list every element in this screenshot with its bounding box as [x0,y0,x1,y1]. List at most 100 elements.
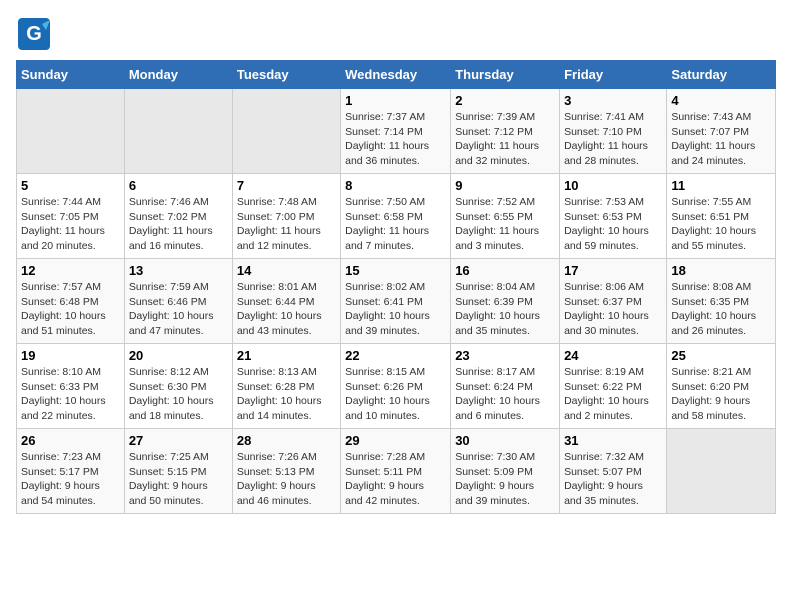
day-number: 22 [345,348,446,363]
day-number: 4 [671,93,771,108]
week-row-5: 26 Sunrise: 7:23 AM Sunset: 5:17 PM Dayli… [17,429,776,514]
calendar-cell: 16 Sunrise: 8:04 AM Sunset: 6:39 PM Dayli… [451,259,560,344]
calendar-cell: 19 Sunrise: 8:10 AM Sunset: 6:33 PM Dayli… [17,344,125,429]
calendar-table: SundayMondayTuesdayWednesdayThursdayFrid… [16,60,776,514]
day-number: 12 [21,263,120,278]
calendar-cell: 1 Sunrise: 7:37 AM Sunset: 7:14 PM Daylig… [341,89,451,174]
calendar-cell [17,89,125,174]
day-info: Sunrise: 7:37 AM Sunset: 7:14 PM Dayligh… [345,110,446,169]
day-info: Sunrise: 7:50 AM Sunset: 6:58 PM Dayligh… [345,195,446,254]
day-info: Sunrise: 7:30 AM Sunset: 5:09 PM Dayligh… [455,450,555,509]
day-number: 3 [564,93,662,108]
day-info: Sunrise: 8:12 AM Sunset: 6:30 PM Dayligh… [129,365,228,424]
day-info: Sunrise: 8:02 AM Sunset: 6:41 PM Dayligh… [345,280,446,339]
day-number: 13 [129,263,228,278]
svg-text:G: G [26,23,42,45]
day-info: Sunrise: 8:19 AM Sunset: 6:22 PM Dayligh… [564,365,662,424]
day-info: Sunrise: 8:13 AM Sunset: 6:28 PM Dayligh… [237,365,336,424]
day-number: 25 [671,348,771,363]
calendar-cell: 30 Sunrise: 7:30 AM Sunset: 5:09 PM Dayli… [451,429,560,514]
day-info: Sunrise: 7:43 AM Sunset: 7:07 PM Dayligh… [671,110,771,169]
week-row-1: 1 Sunrise: 7:37 AM Sunset: 7:14 PM Daylig… [17,89,776,174]
day-info: Sunrise: 8:01 AM Sunset: 6:44 PM Dayligh… [237,280,336,339]
day-number: 26 [21,433,120,448]
day-header-saturday: Saturday [667,61,776,89]
calendar-cell: 18Sunrise: 8:08 AM Sunset: 6:35 PM Dayli… [667,259,776,344]
calendar-cell: 23Sunrise: 8:17 AM Sunset: 6:24 PM Dayli… [451,344,560,429]
day-header-sunday: Sunday [17,61,125,89]
day-number: 9 [455,178,555,193]
calendar-cell: 20 Sunrise: 8:12 AM Sunset: 6:30 PM Dayli… [124,344,232,429]
logo: G [16,16,56,52]
day-info: Sunrise: 8:06 AM Sunset: 6:37 PM Dayligh… [564,280,662,339]
calendar-cell: 22 Sunrise: 8:15 AM Sunset: 6:26 PM Dayli… [341,344,451,429]
day-info: Sunrise: 7:53 AM Sunset: 6:53 PM Dayligh… [564,195,662,254]
day-info: Sunrise: 7:48 AM Sunset: 7:00 PM Dayligh… [237,195,336,254]
day-info: Sunrise: 7:52 AM Sunset: 6:55 PM Dayligh… [455,195,555,254]
header: G [16,16,776,52]
day-number: 7 [237,178,336,193]
day-number: 19 [21,348,120,363]
day-number: 11 [671,178,771,193]
day-info: Sunrise: 8:10 AM Sunset: 6:33 PM Dayligh… [21,365,120,424]
day-info: Sunrise: 7:44 AM Sunset: 7:05 PM Dayligh… [21,195,120,254]
calendar-cell: 12 Sunrise: 7:57 AM Sunset: 6:48 PM Dayli… [17,259,125,344]
day-header-thursday: Thursday [451,61,560,89]
calendar-cell: 8Sunrise: 7:50 AM Sunset: 6:58 PM Daylig… [341,174,451,259]
day-info: Sunrise: 7:57 AM Sunset: 6:48 PM Dayligh… [21,280,120,339]
calendar-cell: 25 Sunrise: 8:21 AM Sunset: 6:20 PM Dayli… [667,344,776,429]
day-info: Sunrise: 8:21 AM Sunset: 6:20 PM Dayligh… [671,365,771,424]
calendar-cell: 11 Sunrise: 7:55 AM Sunset: 6:51 PM Dayli… [667,174,776,259]
day-number: 20 [129,348,228,363]
day-info: Sunrise: 7:32 AM Sunset: 5:07 PM Dayligh… [564,450,662,509]
calendar-cell: 17Sunrise: 8:06 AM Sunset: 6:37 PM Dayli… [560,259,667,344]
day-number: 23 [455,348,555,363]
week-row-3: 12 Sunrise: 7:57 AM Sunset: 6:48 PM Dayli… [17,259,776,344]
day-info: Sunrise: 7:25 AM Sunset: 5:15 PM Dayligh… [129,450,228,509]
day-number: 2 [455,93,555,108]
day-number: 16 [455,263,555,278]
day-info: Sunrise: 7:28 AM Sunset: 5:11 PM Dayligh… [345,450,446,509]
header-row: SundayMondayTuesdayWednesdayThursdayFrid… [17,61,776,89]
calendar-cell: 21 Sunrise: 8:13 AM Sunset: 6:28 PM Dayli… [232,344,340,429]
day-info: Sunrise: 7:26 AM Sunset: 5:13 PM Dayligh… [237,450,336,509]
calendar-cell: 24 Sunrise: 8:19 AM Sunset: 6:22 PM Dayli… [560,344,667,429]
day-info: Sunrise: 8:15 AM Sunset: 6:26 PM Dayligh… [345,365,446,424]
day-header-tuesday: Tuesday [232,61,340,89]
day-info: Sunrise: 8:08 AM Sunset: 6:35 PM Dayligh… [671,280,771,339]
day-number: 30 [455,433,555,448]
calendar-cell: 31Sunrise: 7:32 AM Sunset: 5:07 PM Dayli… [560,429,667,514]
day-info: Sunrise: 7:23 AM Sunset: 5:17 PM Dayligh… [21,450,120,509]
calendar-cell: 28 Sunrise: 7:26 AM Sunset: 5:13 PM Dayli… [232,429,340,514]
day-info: Sunrise: 7:46 AM Sunset: 7:02 PM Dayligh… [129,195,228,254]
calendar-cell: 29 Sunrise: 7:28 AM Sunset: 5:11 PM Dayli… [341,429,451,514]
day-number: 1 [345,93,446,108]
day-number: 29 [345,433,446,448]
calendar-cell [667,429,776,514]
day-number: 21 [237,348,336,363]
calendar-cell: 9 Sunrise: 7:52 AM Sunset: 6:55 PM Daylig… [451,174,560,259]
calendar-cell: 27 Sunrise: 7:25 AM Sunset: 5:15 PM Dayli… [124,429,232,514]
calendar-cell: 15 Sunrise: 8:02 AM Sunset: 6:41 PM Dayli… [341,259,451,344]
day-number: 27 [129,433,228,448]
day-info: Sunrise: 8:04 AM Sunset: 6:39 PM Dayligh… [455,280,555,339]
day-number: 6 [129,178,228,193]
day-info: Sunrise: 7:41 AM Sunset: 7:10 PM Dayligh… [564,110,662,169]
calendar-cell: 2 Sunrise: 7:39 AM Sunset: 7:12 PM Daylig… [451,89,560,174]
day-info: Sunrise: 7:39 AM Sunset: 7:12 PM Dayligh… [455,110,555,169]
day-number: 24 [564,348,662,363]
day-number: 10 [564,178,662,193]
calendar-cell: 4 Sunrise: 7:43 AM Sunset: 7:07 PM Daylig… [667,89,776,174]
day-number: 15 [345,263,446,278]
day-header-wednesday: Wednesday [341,61,451,89]
day-header-friday: Friday [560,61,667,89]
day-header-monday: Monday [124,61,232,89]
day-number: 28 [237,433,336,448]
day-info: Sunrise: 7:59 AM Sunset: 6:46 PM Dayligh… [129,280,228,339]
calendar-cell: 10 Sunrise: 7:53 AM Sunset: 6:53 PM Dayli… [560,174,667,259]
calendar-cell: 3 Sunrise: 7:41 AM Sunset: 7:10 PM Daylig… [560,89,667,174]
calendar-cell: 26 Sunrise: 7:23 AM Sunset: 5:17 PM Dayli… [17,429,125,514]
calendar-cell: 5Sunrise: 7:44 AM Sunset: 7:05 PM Daylig… [17,174,125,259]
day-info: Sunrise: 7:55 AM Sunset: 6:51 PM Dayligh… [671,195,771,254]
logo-icon: G [16,16,52,52]
